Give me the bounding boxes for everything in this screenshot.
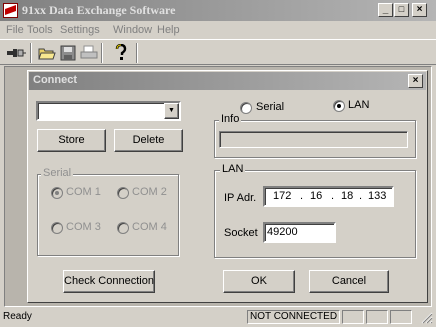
com1-radio[interactable] [51, 187, 63, 199]
chevron-down-icon[interactable]: ▼ [164, 103, 179, 119]
save-icon[interactable] [57, 43, 79, 63]
close-button[interactable]: × [412, 3, 427, 17]
toolbar-separator [101, 43, 103, 63]
info-legend: Info [219, 113, 242, 125]
com3-label: COM 3 [66, 221, 101, 233]
com2-label: COM 2 [132, 186, 167, 198]
maximize-button[interactable]: □ [394, 3, 409, 17]
dialog-title: Connect [33, 74, 77, 86]
lan-mode-radio[interactable] [333, 100, 345, 112]
delete-button[interactable]: Delete [114, 129, 183, 152]
dialog-title-bar[interactable] [29, 72, 426, 90]
menu-settings[interactable]: Settings [60, 24, 100, 36]
status-pane [390, 310, 412, 324]
menu-file[interactable]: File [6, 24, 24, 36]
menu-window[interactable]: Window [113, 24, 152, 36]
ok-button[interactable]: OK [223, 270, 295, 293]
ip-dot: . [300, 190, 304, 202]
ip-octet-3[interactable]: 18 [341, 190, 353, 202]
socket-input[interactable]: 49200 [263, 222, 336, 243]
app-title: 91xx Data Exchange Software [22, 3, 176, 17]
status-text: Ready [3, 311, 32, 322]
open-folder-icon[interactable] [36, 43, 58, 63]
ip-octet-4[interactable]: 133 [368, 190, 386, 202]
com4-label: COM 4 [132, 221, 167, 233]
info-field [219, 131, 408, 148]
com2-radio[interactable] [117, 187, 129, 199]
com3-radio[interactable] [51, 222, 63, 234]
store-button[interactable]: Store [37, 129, 106, 152]
menu-tools[interactable]: Tools [27, 24, 53, 36]
dialog-close-button[interactable]: × [408, 74, 423, 88]
cancel-button[interactable]: Cancel [309, 270, 389, 293]
socket-label: Socket [224, 227, 258, 239]
check-connection-button[interactable]: Check Connection [63, 270, 155, 293]
lan-mode-label: LAN [348, 99, 370, 111]
ip-octet-2[interactable]: 16 [310, 190, 322, 202]
com4-radio[interactable] [117, 222, 129, 234]
ip-dot: . [331, 190, 335, 202]
connection-status: NOT CONNECTED [247, 310, 340, 324]
status-pane [342, 310, 364, 324]
status-pane [366, 310, 388, 324]
print-icon[interactable] [78, 43, 100, 63]
ip-octet-1[interactable]: 172 [273, 190, 291, 202]
app-icon [3, 3, 18, 18]
minimize-button[interactable]: _ [378, 3, 393, 17]
serial-mode-radio[interactable] [240, 102, 252, 114]
menu-help[interactable]: Help [157, 24, 180, 36]
serial-mode-label: Serial [256, 101, 285, 113]
device-dropdown[interactable]: ▼ [36, 101, 181, 121]
ip-dot: . [359, 190, 363, 202]
toolbar-separator [136, 43, 138, 63]
ip-address-label: IP Adr. [224, 192, 257, 204]
toolbar-separator [30, 43, 32, 63]
serial-group-legend: Serial [41, 167, 74, 179]
help-icon[interactable] [110, 43, 132, 63]
lan-group-legend: LAN [220, 163, 246, 175]
connect-icon[interactable] [5, 43, 27, 63]
lan-group [214, 170, 416, 258]
com1-label: COM 1 [66, 186, 101, 198]
resize-grip-icon[interactable] [419, 310, 433, 324]
